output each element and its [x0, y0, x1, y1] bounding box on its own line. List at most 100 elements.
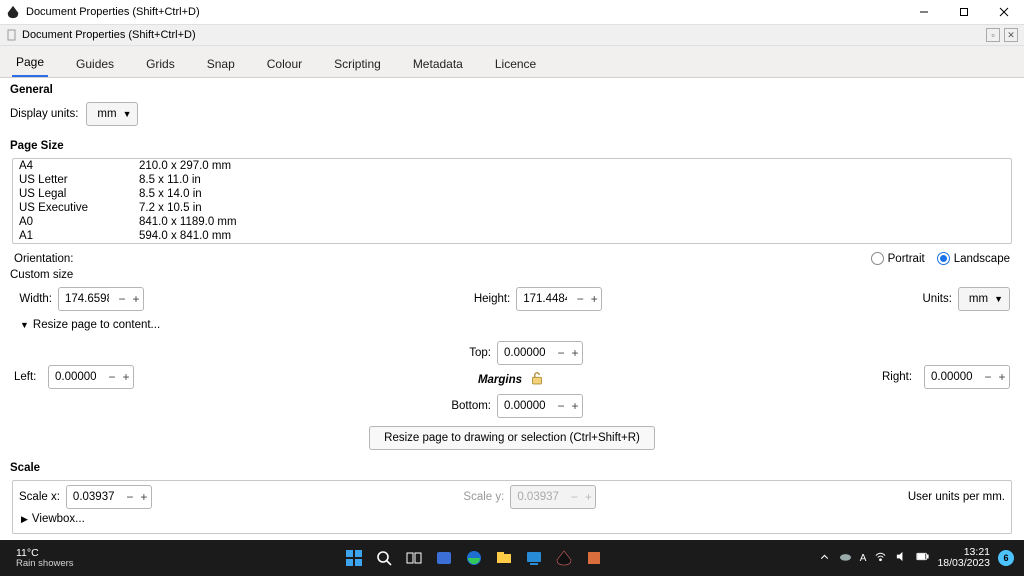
margin-bottom-spin[interactable]: −+: [497, 394, 583, 418]
plus-icon[interactable]: +: [137, 486, 151, 508]
display-units-label: Display units:: [10, 108, 78, 120]
margin-left-input[interactable]: [49, 371, 105, 383]
battery-icon[interactable]: [916, 550, 929, 566]
minus-icon[interactable]: −: [554, 395, 568, 417]
margin-bottom-input[interactable]: [498, 400, 554, 412]
radio-icon: [937, 252, 950, 265]
minus-icon: −: [567, 486, 581, 508]
taskbar: 11°C Rain showers A 13:21 18/03/2023 6: [0, 540, 1024, 576]
taskbar-app[interactable]: [431, 545, 457, 571]
close-button[interactable]: [984, 0, 1024, 24]
margin-top-spin[interactable]: −+: [497, 341, 583, 365]
margin-top-label: Top:: [441, 347, 491, 359]
volume-icon[interactable]: [895, 550, 908, 566]
notification-badge[interactable]: 6: [998, 550, 1014, 566]
margin-left-spin[interactable]: −+: [48, 365, 134, 389]
margin-left-label: Left:: [14, 371, 42, 383]
chevron-down-icon: ▼: [123, 109, 132, 119]
minus-icon[interactable]: −: [981, 366, 995, 388]
minus-icon[interactable]: −: [123, 486, 137, 508]
taskbar-app[interactable]: [581, 545, 607, 571]
custom-units-select[interactable]: mm ▼: [958, 287, 1010, 311]
plus-icon[interactable]: +: [129, 288, 143, 310]
units-label: Units:: [923, 293, 952, 305]
tray-overflow-icon[interactable]: [818, 550, 831, 566]
titlebar: Document Properties (Shift+Ctrl+D): [0, 0, 1024, 24]
page-size-row: US Executive7.2 x 10.5 in: [13, 201, 1011, 215]
tab-licence[interactable]: Licence: [491, 49, 540, 77]
resize-to-content-toggle[interactable]: ▼ Resize page to content...: [6, 315, 1018, 335]
minus-icon[interactable]: −: [554, 342, 568, 364]
weather-temp: 11°C: [16, 548, 74, 559]
page-size-row: US Legal8.5 x 14.0 in: [13, 187, 1011, 201]
width-input[interactable]: [59, 293, 115, 305]
tab-page[interactable]: Page: [12, 47, 48, 77]
plus-icon[interactable]: +: [568, 395, 582, 417]
scale-x-spin[interactable]: −+: [66, 485, 152, 509]
plus-icon[interactable]: +: [587, 288, 601, 310]
language-indicator[interactable]: A: [860, 553, 867, 564]
lock-open-icon[interactable]: [528, 369, 546, 390]
minimize-button[interactable]: [904, 0, 944, 24]
custom-size-label: Custom size: [10, 269, 73, 281]
viewbox-toggle[interactable]: ▶ Viewbox...: [19, 509, 1005, 529]
page-size-row: A0841.0 x 1189.0 mm: [13, 215, 1011, 229]
taskbar-date[interactable]: 18/03/2023: [937, 558, 990, 569]
orientation-landscape[interactable]: Landscape: [937, 252, 1010, 265]
minus-icon[interactable]: −: [115, 288, 129, 310]
margin-right-input[interactable]: [925, 371, 981, 383]
dialog-title: Document Properties (Shift+Ctrl+D): [22, 29, 196, 41]
scale-y-label: Scale y:: [463, 491, 504, 503]
minus-icon[interactable]: −: [105, 366, 119, 388]
tab-guides[interactable]: Guides: [72, 49, 118, 77]
page-size-list[interactable]: A4210.0 x 297.0 mm US Letter8.5 x 11.0 i…: [12, 158, 1012, 244]
scale-x-input[interactable]: [67, 491, 123, 503]
orientation-portrait[interactable]: Portrait: [871, 252, 925, 265]
page-size-header: Page Size: [6, 138, 1018, 156]
taskbar-app[interactable]: [551, 545, 577, 571]
inkscape-icon: [6, 5, 20, 19]
scale-box: Scale x: −+ Scale y: −+ User units per m…: [12, 480, 1012, 534]
tab-metadata[interactable]: Metadata: [409, 49, 467, 77]
scale-header: Scale: [6, 460, 1018, 478]
window-title: Document Properties (Shift+Ctrl+D): [26, 6, 904, 18]
resize-page-button[interactable]: Resize page to drawing or selection (Ctr…: [369, 426, 655, 450]
plus-icon[interactable]: +: [119, 366, 133, 388]
plus-icon[interactable]: +: [995, 366, 1009, 388]
onedrive-icon[interactable]: [839, 550, 852, 566]
margin-top-input[interactable]: [498, 347, 554, 359]
taskbar-app[interactable]: [461, 545, 487, 571]
wifi-icon[interactable]: [874, 550, 887, 566]
scale-y-spin: −+: [510, 485, 596, 509]
weather-desc: Rain showers: [16, 559, 74, 569]
display-units-select[interactable]: mm ▼: [86, 102, 138, 126]
radio-icon: [871, 252, 884, 265]
page-size-row: US Letter8.5 x 11.0 in: [13, 173, 1011, 187]
plus-icon: +: [581, 486, 595, 508]
search-button[interactable]: [371, 545, 397, 571]
orientation-group: Portrait Landscape: [871, 252, 1010, 265]
taskbar-app[interactable]: [491, 545, 517, 571]
minus-icon[interactable]: −: [573, 288, 587, 310]
plus-icon[interactable]: +: [568, 342, 582, 364]
scale-note: User units per mm.: [908, 491, 1005, 503]
height-input[interactable]: [517, 293, 573, 305]
tab-colour[interactable]: Colour: [263, 49, 306, 77]
tab-grids[interactable]: Grids: [142, 49, 179, 77]
height-label: Height:: [464, 293, 510, 305]
dialog-close-button[interactable]: ✕: [1004, 28, 1018, 42]
task-view-button[interactable]: [401, 545, 427, 571]
margin-right-spin[interactable]: −+: [924, 365, 1010, 389]
height-spin[interactable]: −+: [516, 287, 602, 311]
start-button[interactable]: [341, 545, 367, 571]
width-label: Width:: [14, 293, 52, 305]
width-spin[interactable]: −+: [58, 287, 144, 311]
scale-y-input: [511, 491, 567, 503]
taskbar-app[interactable]: [521, 545, 547, 571]
taskbar-weather[interactable]: 11°C Rain showers: [0, 548, 130, 569]
document-icon: [6, 29, 18, 41]
dialog-minimize-button[interactable]: ▫: [986, 28, 1000, 42]
tab-scripting[interactable]: Scripting: [330, 49, 385, 77]
maximize-button[interactable]: [944, 0, 984, 24]
tab-snap[interactable]: Snap: [203, 49, 239, 77]
